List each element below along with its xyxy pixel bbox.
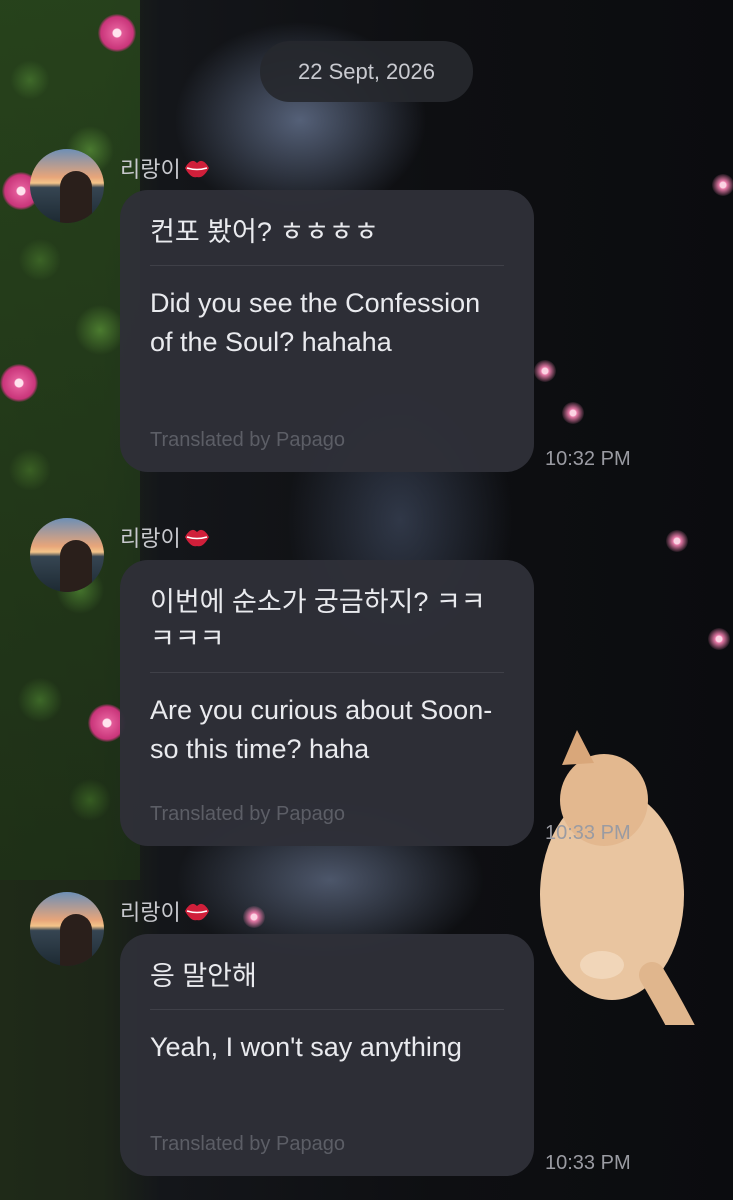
message-bubble[interactable]: 이번에 순소가 궁금하지? ㅋㅋㅋㅋㅋ Are you curious abou… bbox=[120, 560, 534, 846]
lips-icon bbox=[184, 903, 209, 921]
date-label: 22 Sept, 2026 bbox=[297, 58, 435, 84]
message-timestamp: 10:33 PM bbox=[545, 822, 631, 844]
message-original-text: 이번에 순소가 궁금하지? ㅋㅋㅋㅋㅋ bbox=[150, 584, 504, 673]
petal-decoration bbox=[666, 530, 688, 552]
translation-credit: Translated by Papago bbox=[150, 1133, 345, 1155]
sender-name: 리랑이 bbox=[120, 900, 181, 925]
date-separator: 22 Sept, 2026 bbox=[260, 41, 473, 102]
petal-decoration bbox=[243, 906, 265, 928]
sender-avatar[interactable] bbox=[30, 892, 104, 966]
petal-decoration bbox=[562, 402, 584, 424]
petal-decoration bbox=[534, 360, 556, 382]
message-bubble[interactable]: 컨포 봤어? ㅎㅎㅎㅎ Did you see the Confession o… bbox=[120, 190, 534, 472]
petal-decoration bbox=[708, 628, 730, 650]
sender-name-row: 리랑이 bbox=[120, 895, 211, 927]
translation-credit: Translated by Papago bbox=[150, 803, 345, 825]
translation-credit: Translated by Papago bbox=[150, 429, 345, 451]
message-timestamp: 10:33 PM bbox=[545, 1152, 631, 1174]
sender-name-row: 리랑이 bbox=[120, 521, 211, 553]
message-translation-text: Did you see the Confession of the Soul? … bbox=[150, 288, 481, 357]
lips-icon bbox=[184, 160, 209, 178]
message-bubble[interactable]: 응 말안해 Yeah, I won't say anything Transla… bbox=[120, 934, 534, 1176]
message-timestamp: 10:32 PM bbox=[545, 448, 631, 470]
message-original-text: 컨포 봤어? ㅎㅎㅎㅎ bbox=[150, 214, 504, 266]
message-translation-text: Yeah, I won't say anything bbox=[150, 1032, 462, 1062]
sender-avatar[interactable] bbox=[30, 149, 104, 223]
kitten-illustration bbox=[540, 730, 695, 1025]
petal-decoration bbox=[712, 174, 733, 196]
lips-icon bbox=[184, 529, 209, 547]
message-original-text: 응 말안해 bbox=[150, 958, 504, 1010]
flower-decoration bbox=[98, 14, 136, 52]
foliage-decoration bbox=[0, 0, 140, 880]
sender-name-row: 리랑이 bbox=[120, 152, 211, 184]
flower-decoration bbox=[0, 364, 38, 402]
sender-avatar[interactable] bbox=[30, 518, 104, 592]
sender-name: 리랑이 bbox=[120, 157, 181, 182]
message-translation-text: Are you curious about Soon-so this time?… bbox=[150, 695, 493, 764]
sender-name: 리랑이 bbox=[120, 526, 181, 551]
